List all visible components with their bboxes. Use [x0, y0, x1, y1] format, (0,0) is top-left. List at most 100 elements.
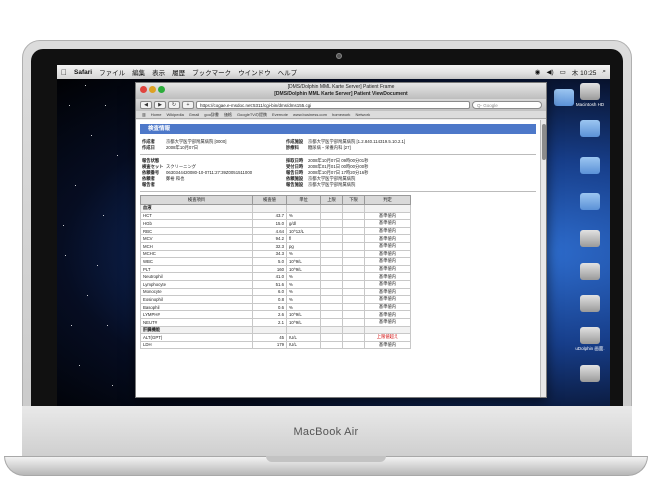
table-row: Basophil 0.6% 基準値内 [140, 302, 411, 312]
table-cell-lo [342, 317, 365, 327]
menu-item-help[interactable]: ヘルプ [278, 67, 298, 77]
menu-item-file[interactable]: ファイル [99, 67, 125, 77]
menu-app[interactable]: Safari [74, 69, 92, 76]
bookmark-item[interactable]: 価格 [224, 112, 232, 118]
back-button[interactable]: ◀ [140, 101, 152, 109]
column-header[interactable]: 上限 [320, 195, 343, 205]
bookmark-item[interactable]: www.business.com [293, 112, 327, 117]
window-title: [DMS/Dolphin MML Karte Server] Patient V… [274, 91, 408, 97]
table-row: PLT 160 10^9/L 基準値内 [140, 264, 411, 274]
table-cell-val: 0.8 [252, 295, 287, 304]
table-cell-name: WBC [140, 257, 253, 266]
column-header[interactable]: 検査値 [252, 195, 287, 205]
desktop-icon-document[interactable] [573, 365, 607, 384]
document-icon [580, 365, 600, 382]
bookmark-item[interactable]: Network [355, 112, 370, 117]
bookmark-item[interactable]: Evernote [272, 112, 288, 117]
table-cell-val [252, 325, 287, 335]
table-cell-name: Basophil [140, 302, 253, 312]
bookmarks-icon[interactable]: ▥ [142, 112, 146, 117]
table-cell-judge: 基準値内 [364, 295, 411, 304]
table-cell-val [252, 204, 287, 213]
table-cell-unit: g/dl [286, 219, 321, 228]
column-header[interactable]: 判定 [364, 195, 411, 205]
vertical-scrollbar[interactable] [540, 120, 546, 397]
window-titlebar[interactable]: [DMS/Dolphin MML Karte Server] Patient F… [136, 83, 546, 99]
scrollbar-thumb[interactable] [542, 124, 546, 160]
info-key: 診療科 [286, 145, 299, 150]
bookmark-item[interactable]: GoogleTVの提携 [237, 112, 267, 118]
column-header[interactable]: 検査項目 [140, 195, 253, 205]
menu-item-window[interactable]: ウインドウ [238, 67, 271, 77]
table-cell-val: 94.2 [252, 234, 287, 243]
bookmark-item[interactable]: Home [151, 112, 162, 117]
table-cell-judge: 基準値内 [364, 249, 411, 259]
page-content: 検査情報 作成者 京都大学医学部附属病院 [0000] 作成施設 京都大学医学部… [136, 120, 540, 397]
table-cell-lo [342, 204, 365, 213]
table-cell-val: 160 [252, 264, 287, 274]
table-cell-lo [342, 279, 365, 289]
menu-clock[interactable]: 木 10:25 [572, 67, 597, 77]
forward-button[interactable]: ▶ [154, 101, 166, 109]
table-cell-unit: 10^12/L [286, 226, 321, 236]
browser-window: [DMS/Dolphin MML Karte Server] Patient F… [135, 82, 547, 398]
table-cell-judge: 基準値内 [364, 241, 411, 251]
hard-drive-icon [580, 83, 600, 100]
desktop-icon-document[interactable] [573, 230, 607, 249]
battery-icon[interactable]: ▭ [560, 68, 566, 76]
photo-stage:  Safari ファイル 編集 表示 履歴 ブックマーク ウインドウ ヘルプ … [0, 0, 652, 491]
address-bar[interactable]: https://cogae.e-msdoc.net:5311/cgi-bin/d… [196, 101, 470, 109]
desktop-icon-folder[interactable] [573, 157, 607, 176]
document-icon [580, 327, 600, 344]
bookmark-item[interactable]: goo辞書 [204, 112, 219, 118]
column-header[interactable]: 単位 [286, 195, 321, 205]
bookmark-item[interactable]: homework [332, 112, 350, 117]
star-decoration [65, 255, 66, 256]
table-group-row: 血液 [140, 204, 411, 213]
column-header[interactable]: 下限 [342, 195, 365, 205]
desktop-icon-document[interactable] [573, 295, 607, 314]
window-title-top: [DMS/Dolphin MML Karte Server] Patient F… [287, 84, 395, 90]
table-cell-hi [320, 317, 343, 327]
menu-item-view[interactable]: 表示 [152, 67, 165, 77]
bookmark-item[interactable]: Gmail [189, 112, 199, 117]
volume-icon[interactable]: ◀) [546, 68, 553, 76]
table-cell-hi [320, 226, 343, 236]
menu-bar:  Safari ファイル 編集 表示 履歴 ブックマーク ウインドウ ヘルプ … [57, 65, 610, 79]
table-cell-unit: 10^9/L [286, 310, 321, 319]
table-row: NEUT# 2.1 10^9/L 基準値内 [140, 317, 411, 327]
table-cell-lo [342, 241, 365, 251]
menu-item-bookmarks[interactable]: ブックマーク [192, 67, 231, 77]
table-cell-unit: % [286, 211, 321, 221]
desktop-icon-udolphin[interactable]: uDolphin 画面. [573, 327, 607, 352]
table-cell-judge: 基準値内 [364, 257, 411, 266]
add-bookmark-button[interactable]: + [182, 101, 194, 109]
info-row: 作成日 2008年10月07日 診療科 糖尿病・栄養内科 [27] [142, 145, 534, 151]
section-header: 検査情報 [140, 124, 536, 134]
reload-button[interactable]: ↻ [168, 101, 180, 109]
divider [140, 154, 536, 155]
table-cell-val: 179 [252, 340, 287, 350]
document-icon [580, 263, 600, 280]
spotlight-icon[interactable]: ⌕ [602, 68, 606, 76]
folder-icon [580, 120, 600, 137]
star-decoration [79, 365, 80, 366]
table-cell-hi [320, 249, 343, 259]
table-cell-unit: fl [286, 234, 321, 243]
wifi-icon[interactable]: ◉ [535, 68, 541, 76]
table-cell-val: 6.0 [252, 287, 287, 297]
table-row: ALT(GPT) 45 IU/L 上限値超え [140, 333, 411, 342]
desktop-icon-folder[interactable] [547, 89, 581, 108]
table-cell-val: 15.0 [252, 219, 287, 228]
bookmark-item[interactable]: Wikipedia [166, 112, 183, 117]
table-cell-unit: IU/L [286, 333, 321, 342]
menu-item-history[interactable]: 履歴 [172, 67, 185, 77]
table-cell-hi [320, 325, 343, 335]
search-field[interactable]: Q- Google [472, 101, 542, 109]
desktop-icon-document[interactable] [573, 263, 607, 282]
menu-item-edit[interactable]: 編集 [132, 67, 145, 77]
desktop-icon-folder[interactable] [573, 120, 607, 139]
apple-icon[interactable]:  [61, 68, 67, 77]
desktop-icon-folder[interactable] [573, 193, 607, 212]
table-cell-judge: 基準値内 [364, 234, 411, 243]
